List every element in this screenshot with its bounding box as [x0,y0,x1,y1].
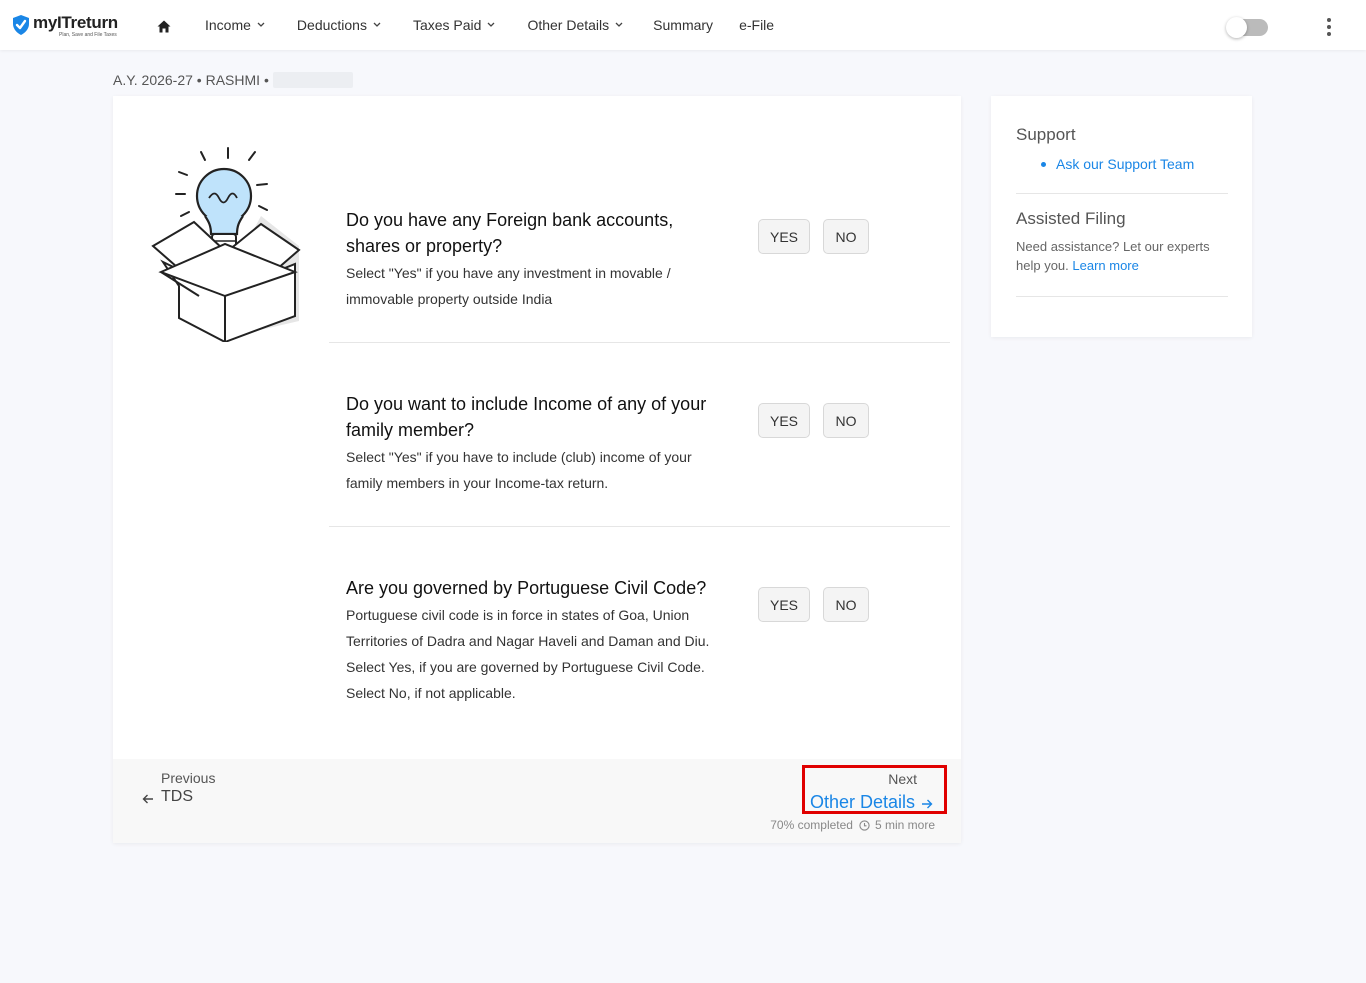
foreign-assets-yes-button[interactable]: YES [758,219,810,254]
question-foreign-assets: Do you have any Foreign bank accounts, s… [329,207,950,343]
question-portuguese-civil-code: Are you governed by Portuguese Civil Cod… [329,575,950,725]
previous-step-link[interactable]: Previous TDS [142,770,215,806]
shield-check-icon [13,15,29,35]
portuguese-code-yes-button[interactable]: YES [758,587,810,622]
clock-icon [859,819,870,831]
nav-deductions-label: Deductions [296,17,367,33]
nav-other-details[interactable]: Other Details [527,17,623,33]
assessment-year-user: A.Y. 2026-27 • RASHMI • [113,72,269,88]
more-menu-icon[interactable] [1324,18,1334,36]
chevron-down-icon [257,22,265,27]
lightbulb-box-illustration [151,147,301,342]
nav-summary-label: Summary [653,17,714,33]
question-title: Do you have any Foreign bank accounts, s… [346,210,674,256]
next-caption: Next [888,771,917,787]
chevron-down-icon [373,22,381,27]
nav-efile-label: e-File [739,17,775,33]
foreign-assets-no-button[interactable]: NO [823,219,869,254]
family-income-no-button[interactable]: NO [823,403,869,438]
nav-deductions[interactable]: Deductions [297,17,381,33]
next-step-name: Other Details [809,792,915,812]
nav-other-details-label: Other Details [527,17,610,33]
step-navigation: Previous TDS Next Other Details 70% comp… [113,759,961,843]
nav-efile[interactable]: e-File [739,17,774,33]
family-income-yes-button[interactable]: YES [758,403,810,438]
nav-income[interactable]: Income [205,17,265,33]
nav-taxes-paid[interactable]: Taxes Paid [413,17,495,33]
progress-percent: 70% completed [770,818,853,832]
chevron-down-icon [487,22,495,27]
question-description: Portuguese civil code is in force in sta… [346,607,710,701]
nav-taxes-paid-label: Taxes Paid [412,17,482,33]
assisted-filing-section: Assisted Filing Need assistance? Let our… [1016,209,1228,297]
portuguese-code-no-button[interactable]: NO [823,587,869,622]
question-description: Select "Yes" if you have any investment … [346,265,671,307]
question-text: Are you governed by Portuguese Civil Cod… [346,575,724,706]
logo-tagline: Plan, Save and File Taxes [59,32,117,38]
questions-card: Do you have any Foreign bank accounts, s… [113,96,961,843]
masked-pan [272,72,353,88]
chevron-down-icon [615,22,623,27]
main-nav: Income Deductions Taxes Paid Other Detai… [205,0,774,50]
toggle-knob [1226,17,1247,38]
previous-caption: Previous [161,770,216,786]
theme-toggle[interactable] [1226,17,1268,38]
arrow-left-icon [142,794,153,804]
assisted-filing-title: Assisted Filing [1016,209,1126,228]
help-sidebar: Support Ask our Support Team Assisted Fi… [991,96,1252,337]
question-title: Are you governed by Portuguese Civil Cod… [346,578,707,598]
logo[interactable]: myITreturn Plan, Save and File Taxes [11,14,118,38]
learn-more-link[interactable]: Learn more [1072,258,1138,273]
assisted-filing-description: Need assistance? Let our experts help yo… [1016,237,1228,275]
question-description: Select "Yes" if you have to include (clu… [346,449,692,491]
support-title: Support [1016,125,1076,144]
progress-status: 70% completed 5 min more [770,818,935,832]
logo-name: myITreturn [33,13,118,32]
question-title: Do you want to include Income of any of … [346,394,707,440]
ask-support-link[interactable]: Ask our Support Team [1056,156,1194,172]
question-text: Do you want to include Income of any of … [346,391,724,496]
previous-step-name: TDS [161,788,193,805]
time-remaining: 5 min more [874,818,935,832]
arrow-right-icon [922,799,933,809]
question-family-income: Do you want to include Income of any of … [329,391,950,527]
nav-income-label: Income [205,17,251,33]
home-icon[interactable] [157,20,171,33]
next-step-link[interactable]: Next Other Details [802,765,947,814]
assessment-context: A.Y. 2026-27 • RASHMI • [113,72,353,88]
top-navbar: myITreturn Plan, Save and File Taxes Inc… [0,0,1366,50]
bullet-dot [1041,161,1046,167]
support-section: Support Ask our Support Team [1016,125,1228,194]
question-text: Do you have any Foreign bank accounts, s… [346,207,724,312]
nav-summary[interactable]: Summary [653,17,713,33]
